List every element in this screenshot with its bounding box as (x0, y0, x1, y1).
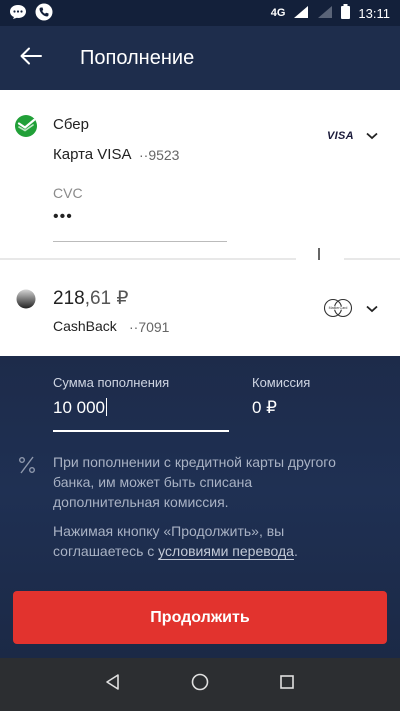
wifi-off-icon (317, 5, 333, 22)
destination-card-number: ··7091 (129, 319, 170, 335)
amount-label: Сумма пополнения (53, 375, 170, 390)
destination-card-name: CashBack (53, 318, 117, 334)
amount-input[interactable]: 10 000 (53, 398, 107, 418)
source-card-name: Карта VISA (53, 146, 132, 163)
chevron-down-icon[interactable] (365, 128, 379, 146)
triangle-back-icon (104, 673, 122, 696)
continue-button[interactable]: Продолжить (13, 591, 387, 644)
amount-value: 10 000 (53, 398, 105, 417)
fee-note: При пополнении с кредитной карты другого… (53, 454, 336, 510)
source-bank-name: Сбер (53, 116, 89, 133)
transfer-form: Сумма пополнения 10 000 Комиссия 0 ₽ При… (0, 356, 400, 658)
fee-value: 0 ₽ (252, 398, 277, 417)
balance-integer: 218 (53, 288, 85, 309)
page-title: Пополнение (80, 46, 195, 69)
app-header: Пополнение (0, 26, 400, 90)
destination-balance: 218,61 ₽ (53, 287, 128, 310)
system-nav-bar (0, 658, 400, 711)
signal-icon (293, 5, 309, 22)
svg-text:MasterCard: MasterCard (329, 306, 348, 310)
nav-recents-button[interactable] (267, 665, 307, 705)
card-thumbnail-icon (16, 289, 36, 314)
chevron-down-icon[interactable] (365, 301, 379, 319)
back-button[interactable] (0, 26, 62, 90)
nav-back-button[interactable] (93, 665, 133, 705)
nav-home-button[interactable] (180, 665, 220, 705)
terms-text: Нажимая кнопку «Продолжить», вы соглашае… (53, 521, 353, 561)
source-card-number: ··9523 (139, 147, 180, 163)
cvc-label: CVC (53, 185, 83, 201)
battery-icon (341, 4, 351, 22)
amount-underline (53, 430, 229, 432)
square-recents-icon (279, 674, 295, 695)
circle-home-icon (191, 673, 209, 696)
status-bar: 4G 13:11 (0, 0, 400, 26)
cvc-underline (53, 241, 227, 242)
cvc-input[interactable]: ••• (53, 208, 73, 226)
fee-label: Комиссия (252, 375, 311, 390)
phone-call-icon (35, 3, 53, 24)
source-card-selector[interactable]: Сбер Карта VISA ··9523 VISA CVC ••• (0, 90, 400, 258)
sber-logo-icon (14, 114, 38, 143)
chat-notification-icon (9, 4, 27, 23)
terms-suffix: . (293, 543, 298, 559)
terms-link[interactable]: условиями перевода (158, 543, 294, 559)
arrow-left-icon (20, 47, 42, 70)
balance-fraction: ,61 ₽ (84, 288, 129, 309)
network-type: 4G (270, 7, 286, 19)
visa-logo-icon: VISA (327, 130, 354, 142)
clock: 13:11 (358, 5, 390, 21)
percent-icon (17, 454, 37, 481)
destination-card-selector[interactable]: 218,61 ₽ CashBack ··7091 MasterCard (0, 260, 400, 356)
mastercard-logo-icon: MasterCard (322, 298, 354, 323)
text-cursor (106, 398, 107, 416)
